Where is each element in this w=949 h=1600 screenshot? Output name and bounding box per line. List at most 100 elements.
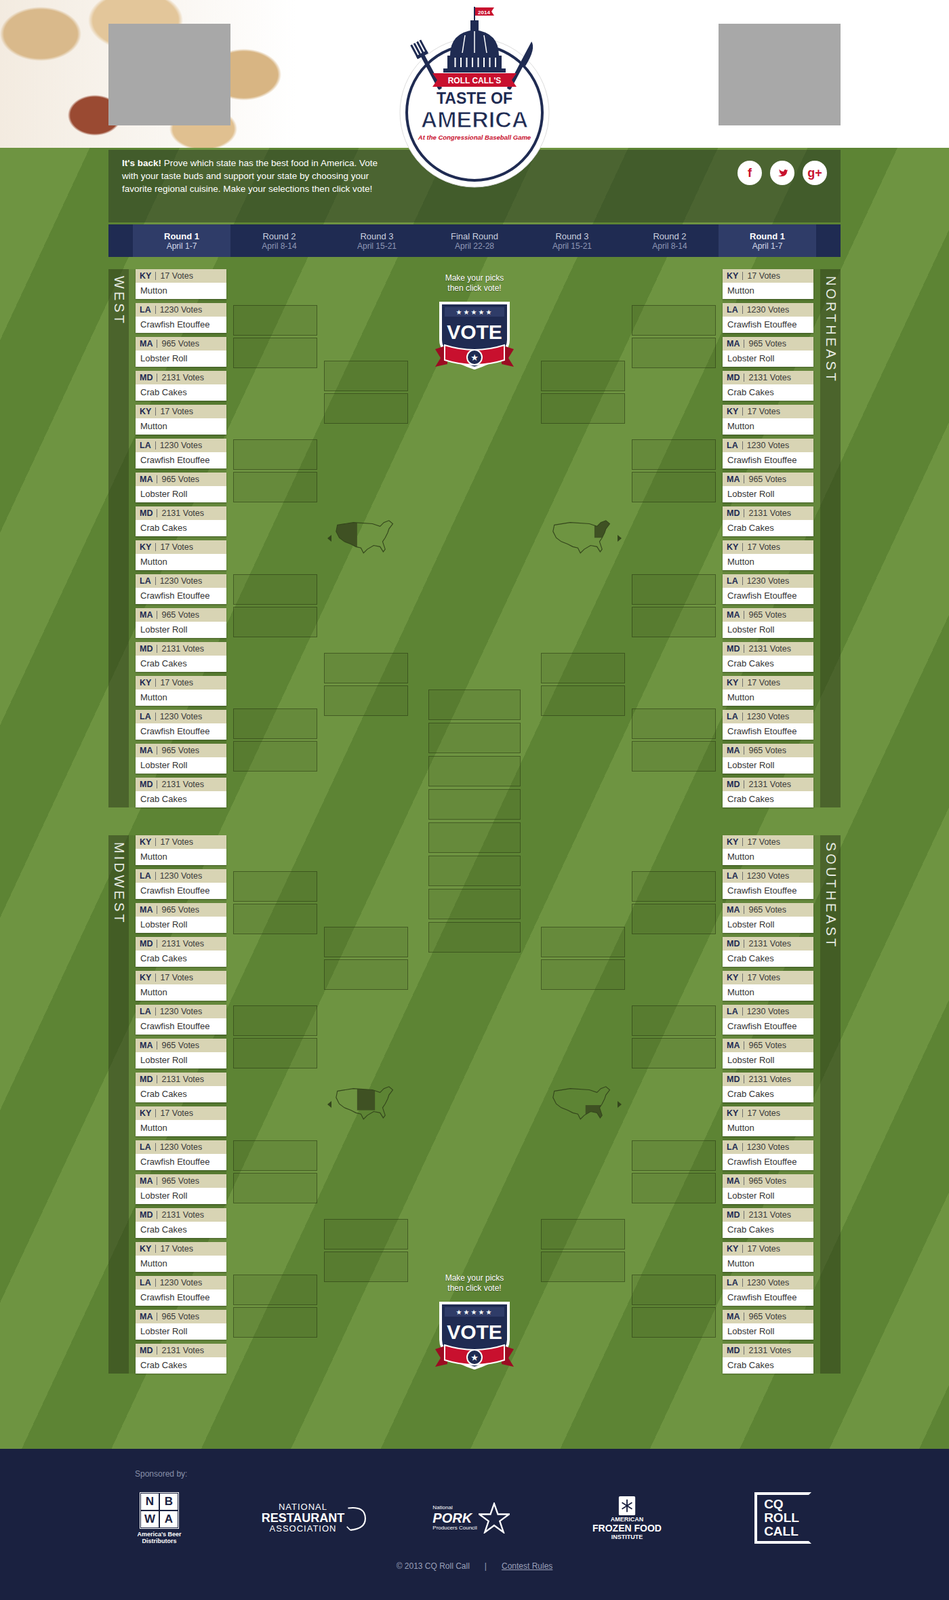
pick-slot[interactable] [631, 740, 716, 772]
ad-slot[interactable] [108, 23, 231, 126]
entry-card[interactable]: MD2131 VotesCrab Cakes [722, 1207, 814, 1238]
entry-card[interactable]: MA965 VotesLobster Roll [722, 608, 814, 638]
pick-slot[interactable] [631, 1306, 716, 1338]
entry-card[interactable]: MA965 VotesLobster Roll [135, 902, 227, 933]
pick-slot[interactable] [631, 1005, 716, 1036]
entry-card[interactable]: MA965 VotesLobster Roll [722, 1174, 814, 1204]
round-tab[interactable]: Round 2April 8-14 [620, 224, 719, 257]
pick-slot[interactable] [233, 305, 318, 336]
entry-card[interactable]: KY17 VotesMutton [722, 970, 814, 1001]
pick-slot[interactable] [233, 1140, 318, 1171]
entry-card[interactable]: MA965 VotesLobster Roll [135, 743, 227, 774]
sponsor-logo[interactable]: NationalPORKProducers Council [393, 1502, 550, 1534]
round-tab[interactable]: Round 3April 15-21 [523, 224, 621, 257]
pick-slot[interactable] [540, 685, 625, 716]
entry-card[interactable]: KY17 VotesMutton [135, 1106, 227, 1137]
pick-slot[interactable] [631, 606, 716, 638]
pick-slot[interactable] [631, 305, 716, 336]
pick-slot[interactable] [428, 888, 521, 920]
entry-card[interactable]: LA1230 VotesCrawfish Etouffee [722, 438, 814, 469]
entry-card[interactable]: MA965 VotesLobster Roll [135, 472, 227, 503]
entry-card[interactable]: MD2131 VotesCrab Cakes [135, 641, 227, 672]
pick-slot[interactable] [324, 393, 409, 424]
pick-slot[interactable] [428, 722, 521, 754]
entry-card[interactable]: MD2131 VotesCrab Cakes [135, 936, 227, 967]
entry-card[interactable]: KY17 VotesMutton [722, 1106, 814, 1137]
pick-slot[interactable] [233, 1306, 318, 1338]
pick-slot[interactable] [324, 360, 409, 392]
pick-slot[interactable] [324, 1251, 409, 1282]
pick-slot[interactable] [631, 903, 716, 935]
pick-slot[interactable] [540, 360, 625, 392]
round-tab[interactable]: Round 2April 8-14 [230, 224, 329, 257]
pick-slot[interactable] [233, 740, 318, 772]
entry-card[interactable]: LA1230 VotesCrawfish Etouffee [135, 303, 227, 333]
pick-slot[interactable] [324, 685, 409, 716]
pick-slot[interactable] [233, 337, 318, 369]
entry-card[interactable]: MA965 VotesLobster Roll [135, 608, 227, 638]
entry-card[interactable]: MD2131 VotesCrab Cakes [722, 1072, 814, 1103]
pick-slot[interactable] [428, 822, 521, 853]
entry-card[interactable]: LA1230 VotesCrawfish Etouffee [135, 574, 227, 604]
entry-card[interactable]: KY17 VotesMutton [135, 540, 227, 571]
pick-slot[interactable] [324, 926, 409, 958]
pick-slot[interactable] [631, 1172, 716, 1204]
pick-slot[interactable] [540, 926, 625, 958]
pick-slot[interactable] [233, 1172, 318, 1204]
sponsor-logo[interactable]: NBWAAmerica's Beer Distributors [81, 1491, 238, 1545]
entry-card[interactable]: KY17 VotesMutton [722, 835, 814, 865]
entry-card[interactable]: MA965 VotesLobster Roll [722, 1038, 814, 1069]
pick-slot[interactable] [324, 959, 409, 990]
entry-card[interactable]: MD2131 VotesCrab Cakes [722, 936, 814, 967]
entry-card[interactable]: LA1230 VotesCrawfish Etouffee [722, 869, 814, 899]
pick-slot[interactable] [428, 755, 521, 787]
entry-card[interactable]: LA1230 VotesCrawfish Etouffee [722, 1275, 814, 1306]
pick-slot[interactable] [428, 921, 521, 953]
entry-card[interactable]: KY17 VotesMutton [722, 269, 814, 299]
sponsor-logo[interactable]: NATIONALRESTAURANTASSOCIATION [237, 1502, 394, 1534]
pick-slot[interactable] [631, 337, 716, 369]
entry-card[interactable]: MD2131 VotesCrab Cakes [135, 777, 227, 808]
pick-slot[interactable] [428, 789, 521, 820]
pick-slot[interactable] [324, 1218, 409, 1250]
entry-card[interactable]: MD2131 VotesCrab Cakes [722, 506, 814, 537]
entry-card[interactable]: MA965 VotesLobster Roll [135, 1038, 227, 1069]
pick-slot[interactable] [631, 471, 716, 503]
pick-slot[interactable] [233, 708, 318, 739]
entry-card[interactable]: MD2131 VotesCrab Cakes [135, 506, 227, 537]
pick-slot[interactable] [631, 1274, 716, 1305]
entry-card[interactable]: MA965 VotesLobster Roll [722, 743, 814, 774]
pick-slot[interactable] [631, 574, 716, 605]
entry-card[interactable]: KY17 VotesMutton [135, 269, 227, 299]
entry-card[interactable]: LA1230 VotesCrawfish Etouffee [135, 1004, 227, 1035]
pick-slot[interactable] [540, 393, 625, 424]
round-tab[interactable]: Round 1April 1-7 [132, 224, 231, 257]
ad-slot[interactable] [718, 23, 841, 126]
pick-slot[interactable] [540, 1251, 625, 1282]
pick-slot[interactable] [233, 471, 318, 503]
entry-card[interactable]: MA965 VotesLobster Roll [135, 336, 227, 367]
entry-card[interactable]: MD2131 VotesCrab Cakes [135, 1207, 227, 1238]
pick-slot[interactable] [233, 439, 318, 470]
entry-card[interactable]: KY17 VotesMutton [722, 404, 814, 435]
entry-card[interactable]: KY17 VotesMutton [135, 404, 227, 435]
entry-card[interactable]: KY17 VotesMutton [722, 540, 814, 571]
round-tab[interactable]: Round 3April 15-21 [328, 224, 426, 257]
entry-card[interactable]: LA1230 VotesCrawfish Etouffee [722, 1140, 814, 1170]
pick-slot[interactable] [631, 708, 716, 739]
entry-card[interactable]: LA1230 VotesCrawfish Etouffee [135, 438, 227, 469]
round-tab[interactable]: Round 1April 1-7 [718, 224, 817, 257]
pick-slot[interactable] [428, 689, 521, 720]
google-plus-button[interactable]: g+ [802, 160, 827, 186]
entry-card[interactable]: LA1230 VotesCrawfish Etouffee [722, 303, 814, 333]
pick-slot[interactable] [233, 1274, 318, 1305]
pick-slot[interactable] [233, 871, 318, 902]
entry-card[interactable]: KY17 VotesMutton [135, 970, 227, 1001]
pick-slot[interactable] [631, 439, 716, 470]
vote-button[interactable]: ★★★★★VOTE★ [433, 297, 516, 379]
entry-card[interactable]: KY17 VotesMutton [135, 675, 227, 706]
entry-card[interactable]: KY17 VotesMutton [135, 835, 227, 865]
entry-card[interactable]: MD2131 VotesCrab Cakes [722, 370, 814, 401]
entry-card[interactable]: MA965 VotesLobster Roll [135, 1309, 227, 1340]
entry-card[interactable]: MD2131 VotesCrab Cakes [135, 1343, 227, 1374]
